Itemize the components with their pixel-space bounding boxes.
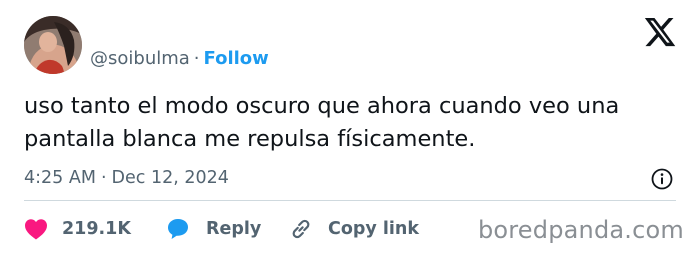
handle-separator: · [193, 48, 200, 69]
link-icon [292, 219, 310, 239]
follow-button[interactable]: Follow [204, 48, 269, 69]
tweet-date: Dec 12, 2024 [111, 168, 229, 188]
avatar[interactable] [24, 16, 82, 74]
reply-button[interactable]: Reply [166, 216, 261, 242]
copy-link-button[interactable]: Copy link [288, 216, 419, 242]
x-logo-icon[interactable] [643, 18, 677, 49]
tweet-time: 4:25 AM [24, 168, 96, 188]
info-icon[interactable] [650, 167, 674, 191]
user-handle[interactable]: @soibulma [90, 48, 190, 69]
reply-label: Reply [206, 219, 262, 239]
copy-link-label: Copy link [328, 219, 419, 239]
date-separator: · [100, 168, 107, 188]
tweet-card: @soibulma · Follow uso tanto el modo oscur… [0, 0, 700, 256]
tweet-text: uso tanto el modo oscuro que ahora cuand… [24, 93, 620, 152]
tweet-timestamp[interactable]: 4:25 AM · Dec 12, 2024 [24, 165, 229, 191]
heart-icon [25, 219, 47, 240]
speech-bubble-icon [168, 219, 188, 239]
like-count: 219.1K [62, 219, 131, 239]
watermark: boredpanda.com [477, 216, 684, 244]
author-line: @soibulma · Follow [90, 46, 269, 72]
divider [24, 200, 676, 201]
like-button[interactable]: 219.1K [24, 216, 131, 242]
avatar-photo [24, 16, 82, 74]
